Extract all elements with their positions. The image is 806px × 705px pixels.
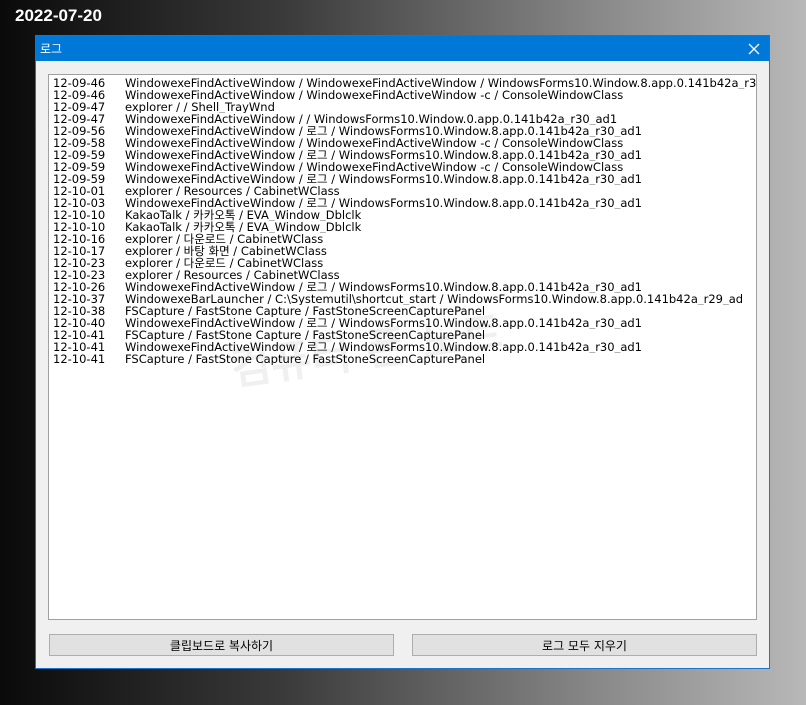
log-line: 12-10-03 WindowexeFindActiveWindow / 로그 /… xyxy=(53,197,756,209)
log-time: 12-10-01 xyxy=(53,185,106,197)
log-text-area[interactable]: 컴퓨터 폰 노트 12-09-46 WindowexeFindActiveWind… xyxy=(48,74,757,620)
log-message: WindowexeFindActiveWindow / 로그 / Windows… xyxy=(125,281,642,293)
log-message: WindowexeFindActiveWindow / 로그 / Windows… xyxy=(125,149,642,161)
log-message: explorer / 다운로드 / CabinetWClass xyxy=(125,257,324,269)
log-message: explorer / / Shell_TrayWnd xyxy=(125,101,275,113)
log-line: 12-10-23 explorer / 다운로드 / CabinetWClass xyxy=(53,257,756,269)
log-line: 12-10-01 explorer / Resources / CabinetWC… xyxy=(53,185,756,197)
log-time: 12-10-40 xyxy=(53,317,106,329)
log-time: 12-09-59 xyxy=(53,173,106,185)
log-time: 12-10-23 xyxy=(53,269,106,281)
log-line: 12-09-46 WindowexeFindActiveWindow / Wind… xyxy=(53,77,756,89)
log-time: 12-09-59 xyxy=(53,149,106,161)
log-time: 12-09-47 xyxy=(53,101,106,113)
log-message: WindowexeFindActiveWindow / WindowexeFin… xyxy=(125,77,756,89)
log-message: FSCapture / FastStone Capture / FastSton… xyxy=(125,353,486,365)
log-line: 12-10-37 WindowexeBarLauncher / C:\System… xyxy=(53,293,756,305)
log-line: 12-10-41 FSCapture / FastStone Capture / … xyxy=(53,353,756,365)
log-line: 12-10-23 explorer / Resources / CabinetWC… xyxy=(53,269,756,281)
log-message: KakaoTalk / 카카오톡 / EVA_Window_Dblclk xyxy=(125,209,362,221)
log-message: WindowexeFindActiveWindow / 로그 / Windows… xyxy=(125,341,642,353)
log-message: WindowexeFindActiveWindow / / WindowsFor… xyxy=(125,113,618,125)
log-message: WindowexeFindActiveWindow / 로그 / Windows… xyxy=(125,317,642,329)
log-time: 12-10-26 xyxy=(53,281,106,293)
log-message: explorer / Resources / CabinetWClass xyxy=(125,269,340,281)
log-line: 12-10-16 explorer / 다운로드 / CabinetWClass xyxy=(53,233,756,245)
log-time: 12-09-46 xyxy=(53,77,106,89)
log-line: 12-10-10 KakaoTalk / 카카오톡 / EVA_Window_Db… xyxy=(53,209,756,221)
log-time: 12-10-41 xyxy=(53,329,106,341)
log-line: 12-10-41 WindowexeFindActiveWindow / 로그 /… xyxy=(53,341,756,353)
log-time: 12-10-38 xyxy=(53,305,106,317)
log-list: 12-09-46 WindowexeFindActiveWindow / Wind… xyxy=(53,77,756,365)
date-label: 2022-07-20 xyxy=(15,6,102,25)
log-line: 12-09-59 WindowexeFindActiveWindow / 로그 /… xyxy=(53,149,756,161)
log-time: 12-10-41 xyxy=(53,341,106,353)
log-time: 12-10-37 xyxy=(53,293,106,305)
log-time: 12-10-41 xyxy=(53,353,106,365)
log-line: 12-09-59 WindowexeFindActiveWindow / 로그 /… xyxy=(53,173,756,185)
log-message: WindowexeFindActiveWindow / WindowexeFin… xyxy=(125,161,624,173)
log-time: 12-10-10 xyxy=(53,209,106,221)
log-time: 12-09-56 xyxy=(53,125,106,137)
log-time: 12-09-46 xyxy=(53,89,106,101)
log-line: 12-09-58 WindowexeFindActiveWindow / Wind… xyxy=(53,137,756,149)
log-time: 12-10-17 xyxy=(53,245,106,257)
log-line: 12-09-59 WindowexeFindActiveWindow / Wind… xyxy=(53,161,756,173)
log-message: WindowexeFindActiveWindow / WindowexeFin… xyxy=(125,89,624,101)
log-message: WindowexeFindActiveWindow / 로그 / Windows… xyxy=(125,125,642,137)
log-line: 12-09-56 WindowexeFindActiveWindow / 로그 /… xyxy=(53,125,756,137)
log-line: 12-10-38 FSCapture / FastStone Capture / … xyxy=(53,305,756,317)
log-message: WindowexeFindActiveWindow / WindowexeFin… xyxy=(125,137,624,149)
log-message: WindowexeFindActiveWindow / 로그 / Windows… xyxy=(125,173,642,185)
log-message: FSCapture / FastStone Capture / FastSton… xyxy=(125,305,486,317)
log-line: 12-09-47 WindowexeFindActiveWindow / / Wi… xyxy=(53,113,756,125)
log-message: WindowexeFindActiveWindow / 로그 / Windows… xyxy=(125,197,642,209)
log-line: 12-09-46 WindowexeFindActiveWindow / Wind… xyxy=(53,89,756,101)
log-line: 12-10-17 explorer / 바탕 화면 / CabinetWClass xyxy=(53,245,756,257)
log-line: 12-10-26 WindowexeFindActiveWindow / 로그 /… xyxy=(53,281,756,293)
close-icon xyxy=(748,43,760,54)
copy-to-clipboard-button[interactable]: 클립보드로 복사하기 xyxy=(49,634,394,656)
log-line: 12-10-10 KakaoTalk / 카카오톡 / EVA_Window_Db… xyxy=(53,221,756,233)
log-message: FSCapture / FastStone Capture / FastSton… xyxy=(125,329,486,341)
log-time: 12-10-23 xyxy=(53,257,106,269)
close-button[interactable] xyxy=(739,36,769,61)
log-line: 12-10-41 FSCapture / FastStone Capture / … xyxy=(53,329,756,341)
window-title: 로그 xyxy=(40,42,63,56)
title-bar[interactable]: 로그 xyxy=(36,36,769,61)
clear-log-button[interactable]: 로그 모두 지우기 xyxy=(412,634,757,656)
log-time: 12-09-47 xyxy=(53,113,106,125)
log-message: explorer / 바탕 화면 / CabinetWClass xyxy=(125,245,327,257)
log-time: 12-09-59 xyxy=(53,161,106,173)
log-message: explorer / Resources / CabinetWClass xyxy=(125,185,340,197)
log-time: 12-09-58 xyxy=(53,137,106,149)
log-message: WindowexeBarLauncher / C:\Systemutil\sho… xyxy=(125,293,744,305)
log-time: 12-10-16 xyxy=(53,233,106,245)
log-line: 12-10-40 WindowexeFindActiveWindow / 로그 /… xyxy=(53,317,756,329)
log-message: explorer / 다운로드 / CabinetWClass xyxy=(125,233,324,245)
log-window: 로그 컴퓨터 폰 노트 12-09-46 WindowexeFindActiveW… xyxy=(35,35,770,669)
log-time: 12-10-10 xyxy=(53,221,106,233)
log-message: KakaoTalk / 카카오톡 / EVA_Window_Dblclk xyxy=(125,221,362,233)
log-line: 12-09-47 explorer / / Shell_TrayWnd xyxy=(53,101,756,113)
log-time: 12-10-03 xyxy=(53,197,106,209)
